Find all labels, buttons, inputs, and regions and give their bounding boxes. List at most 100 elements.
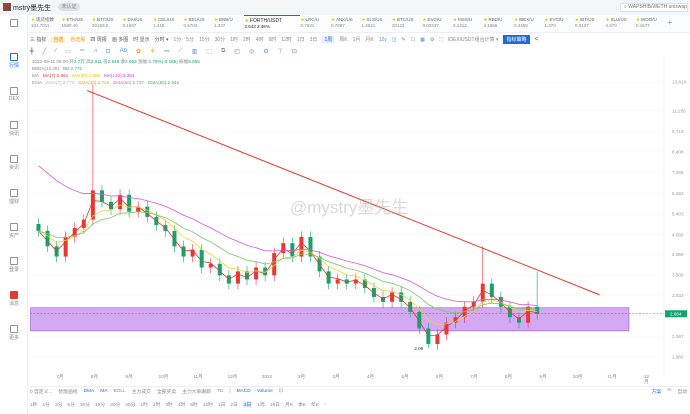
toolbar-item[interactable]: 时 显示 xyxy=(133,36,149,43)
bottom-interval[interactable]: 12时 xyxy=(203,401,213,408)
ticker-tab[interactable]: RBD/U4.1566 xyxy=(483,15,514,32)
candle[interactable] xyxy=(254,267,259,280)
interval-12[interactable]: 周K xyxy=(339,36,347,43)
candle[interactable] xyxy=(36,223,41,231)
ticker-tab[interactable]: SLU/US4.970 xyxy=(605,15,636,32)
bottom-interval[interactable]: 3分 xyxy=(55,401,62,408)
bottom-interval[interactable]: 季K xyxy=(298,401,306,408)
candle[interactable] xyxy=(235,271,240,284)
draw-tool-icon[interactable]: ∕ xyxy=(55,48,56,54)
draw-tool-icon[interactable]: ⧉ xyxy=(221,48,225,55)
draw-tool-icon[interactable]: ⚯ xyxy=(164,48,169,55)
ticker-tab[interactable]: CEL/US1.418 xyxy=(152,15,183,32)
candle[interactable] xyxy=(444,322,449,335)
bottom-interval[interactable]: 2时 xyxy=(153,401,160,408)
indicator-item[interactable]: 主力大单跟踪 xyxy=(182,388,211,395)
interval-10[interactable]: 3日 xyxy=(310,36,318,43)
toolbar-item[interactable]: 三 指标 xyxy=(30,36,46,43)
bottom-interval[interactable]: 1秒 xyxy=(30,401,37,408)
indicator-item[interactable]: TD xyxy=(217,389,223,394)
draw-tool-icon[interactable]: ╱ xyxy=(43,48,47,55)
draw-tool-icon[interactable]: ◎ xyxy=(249,48,254,55)
candle[interactable] xyxy=(290,243,295,257)
draw-tool-icon[interactable]: ▭ xyxy=(65,48,71,55)
interval-3[interactable]: 30分 xyxy=(215,36,226,43)
candle[interactable] xyxy=(371,287,376,298)
indicator-item[interactable]: 智能画线 xyxy=(58,388,77,395)
bottom-interval[interactable]: 15日 xyxy=(270,401,280,408)
candle[interactable] xyxy=(181,246,186,257)
bottom-interval[interactable]: 30分 xyxy=(110,401,120,408)
ticker-tab[interactable]: IBT/US0.0127 xyxy=(574,15,605,32)
draw-tool-icon[interactable]: ◰ xyxy=(234,48,240,55)
indicator-item[interactable]: MA xyxy=(100,389,107,394)
sidebar-item-2[interactable]: DEX xyxy=(0,87,28,102)
indicator-item[interactable]: DMA xyxy=(84,389,95,394)
candle[interactable] xyxy=(199,249,204,268)
toolbar-item[interactable]: 分时 ▾ xyxy=(155,36,169,43)
sidebar-item-9[interactable]: 更多 xyxy=(0,325,28,341)
interval-4[interactable]: 1时 xyxy=(230,36,238,43)
sidebar-item-4[interactable]: 资讯 xyxy=(0,155,28,171)
interval-8[interactable]: 12时 xyxy=(281,36,292,43)
bottom-interval[interactable]: 45分 xyxy=(125,401,135,408)
chart-tool-icon[interactable]: 12y xyxy=(379,37,387,43)
indicator-item[interactable]: MACD xyxy=(237,389,251,394)
sidebar-item-0[interactable] xyxy=(0,19,28,28)
draw-tool-icon[interactable]: ⬚ xyxy=(206,48,212,55)
indicator-item[interactable]: 0 自定义... xyxy=(30,388,52,395)
toolbar-item[interactable]: 自选股 xyxy=(70,36,85,43)
ticker-tab[interactable]: BEL/US0.5704 xyxy=(183,15,214,32)
interval-5[interactable]: 2时 xyxy=(243,36,251,43)
bottom-interval[interactable]: 3时 xyxy=(165,401,172,408)
candle[interactable] xyxy=(172,230,177,247)
ticker-tab[interactable]: LRC/U0.7631 xyxy=(300,15,331,32)
ticker-tab[interactable]: IBEX/U0.3469 xyxy=(513,15,544,32)
chart-tool-icon[interactable]: ⚙ xyxy=(430,37,434,43)
interval-13[interactable]: 1月 xyxy=(353,36,361,43)
interval-14[interactable]: 月K xyxy=(365,36,373,43)
toolbar-item[interactable]: 四 周报 xyxy=(90,36,106,43)
interval-9[interactable]: 1日 xyxy=(297,36,305,43)
bottom-interval[interactable]: 2日 xyxy=(230,401,237,408)
draw-tool-icon[interactable]: ⩘ xyxy=(93,48,96,55)
bottom-interval[interactable]: › xyxy=(324,402,326,407)
bottom-interval[interactable]: 年K xyxy=(311,401,319,408)
indicator-item[interactable]: | xyxy=(229,389,230,394)
draw-tool-icon[interactable]: ╋ xyxy=(30,48,34,55)
indicator-item[interactable]: 主力成交 xyxy=(132,388,151,395)
indicator-item[interactable]: 全部买卖 xyxy=(157,388,176,395)
candle[interactable] xyxy=(335,279,340,284)
pair-select[interactable]: IDEX/USDT组合计算 ▾ xyxy=(448,36,499,43)
ticker-tab[interactable]: ETH/US1580.46 xyxy=(61,15,92,32)
toolbar-item[interactable]: 画 多图 xyxy=(112,36,128,43)
candle[interactable] xyxy=(435,334,440,344)
interval-1[interactable]: 5分 xyxy=(186,36,194,43)
candle[interactable] xyxy=(390,292,395,302)
search-input[interactable]: ⌕ WAPSHIB/WETH uniswap xyxy=(620,3,688,12)
interval-7[interactable]: 6时 xyxy=(269,36,277,43)
interval-0[interactable]: 1分 xyxy=(174,36,182,43)
bottom-interval[interactable]: 5分 xyxy=(67,401,74,408)
interval-11[interactable]: 1周 xyxy=(322,36,335,43)
axis-option[interactable]: 方案 xyxy=(652,388,662,395)
bottom-interval[interactable]: 1日 xyxy=(218,401,225,408)
draw-tool-icon[interactable]: ⊡ xyxy=(106,48,111,55)
ticker-tab[interactable]: FORTH/USDT2.643 2.46% xyxy=(243,15,300,32)
sidebar-item-7[interactable]: 登录 xyxy=(0,257,28,273)
draw-tool-icon[interactable]: ⟋ xyxy=(178,48,182,55)
bottom-interval[interactable]: 10分 xyxy=(80,401,90,408)
candle[interactable] xyxy=(118,194,123,210)
sidebar-item-8[interactable]: 消息 xyxy=(0,291,28,307)
sidebar-item-5[interactable]: 理财 xyxy=(0,189,28,205)
axis-option[interactable]: 自动 xyxy=(677,388,687,395)
add-ticker-icon[interactable]: + xyxy=(666,15,673,32)
indicator-item[interactable]: Volume xyxy=(257,389,273,394)
sidebar-item-6[interactable]: 资产 xyxy=(0,223,28,239)
draw-tool-icon[interactable]: ⊤ xyxy=(278,48,283,55)
toolbar-item[interactable]: 自选 xyxy=(51,36,66,43)
ticker-tab[interactable]: ANK/US0.7897 xyxy=(330,15,361,32)
ticker-tab[interactable]: BNB/U1.337 xyxy=(213,15,244,32)
status-pill[interactable]: 未认证 xyxy=(58,3,80,11)
draw-tool-icon[interactable]: ✿ xyxy=(136,48,141,55)
